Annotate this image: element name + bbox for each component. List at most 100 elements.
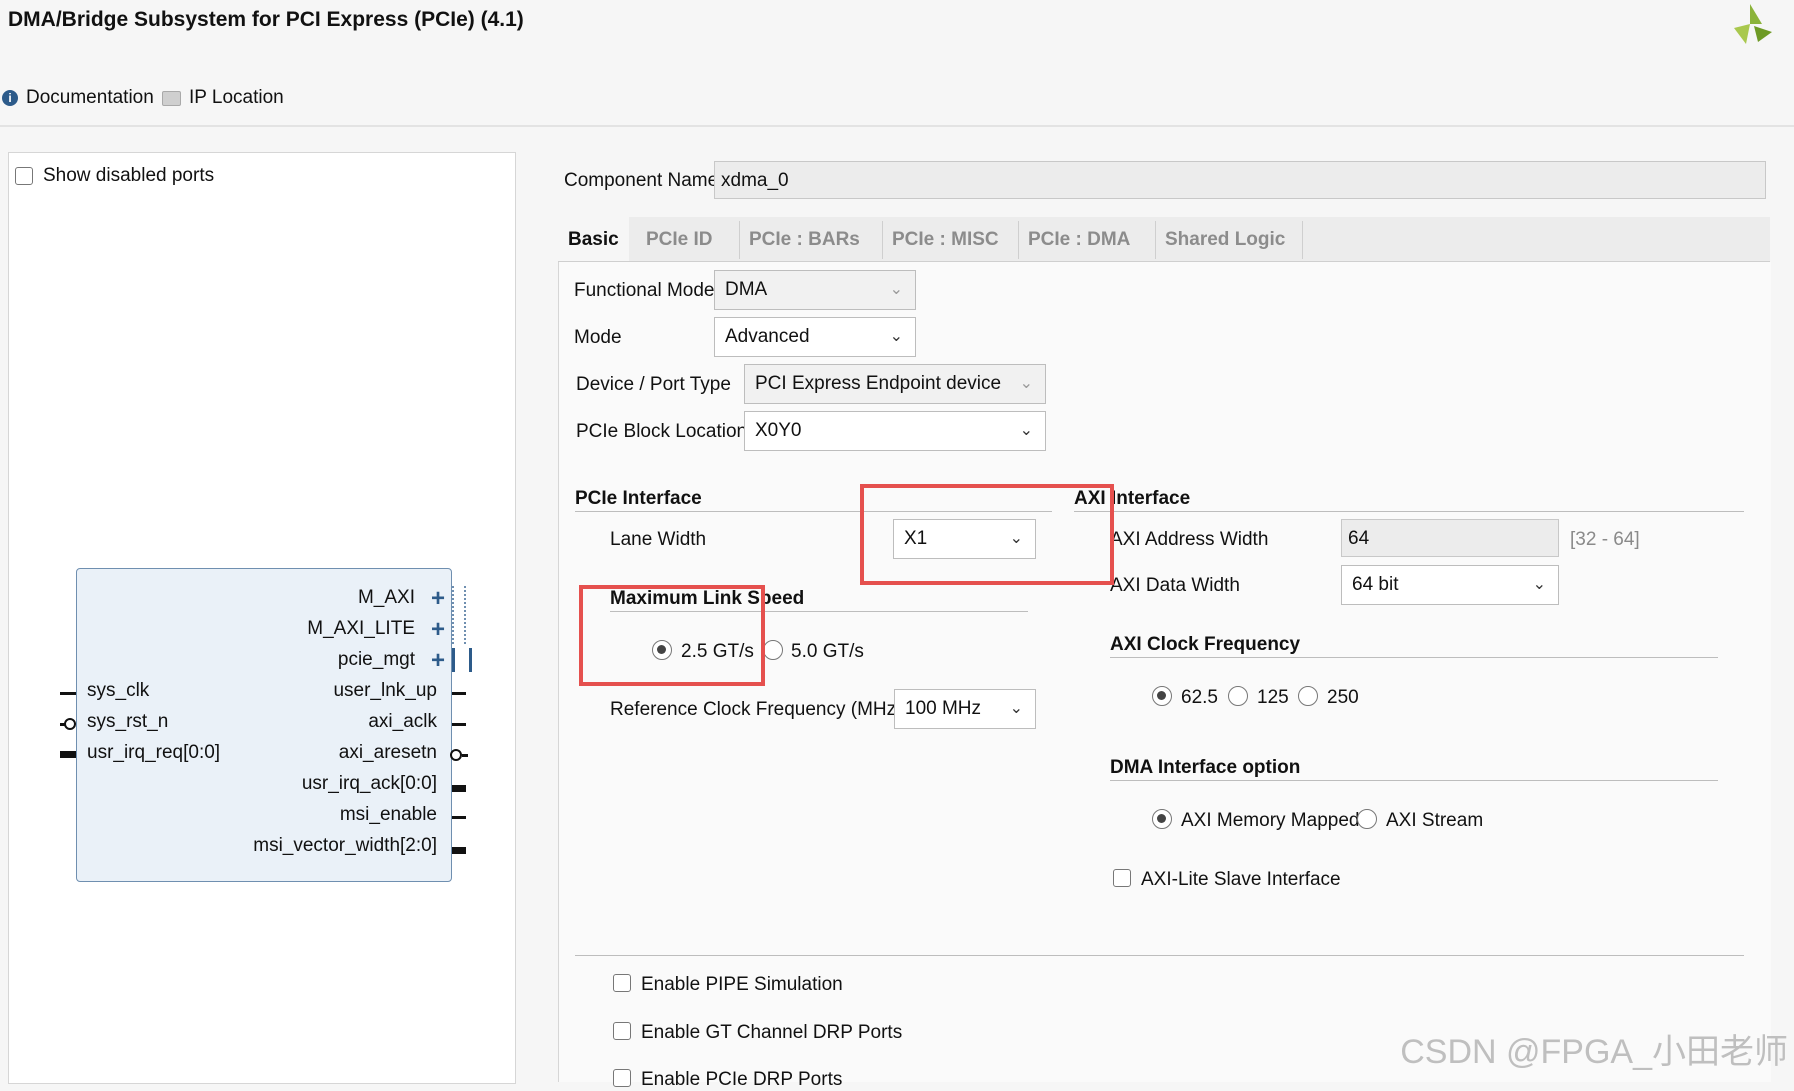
clock-250-radio[interactable] <box>1298 686 1318 706</box>
tab-shared-logic[interactable]: Shared Logic <box>1155 217 1295 261</box>
ref-clk-label: Reference Clock Frequency (MHz) <box>610 699 902 721</box>
device-port-type-label: Device / Port Type <box>576 374 731 396</box>
axi-address-width-range: [32 - 64] <box>1570 529 1640 551</box>
axi-memory-mapped-radio[interactable] <box>1152 809 1172 829</box>
ip-location-label: IP Location <box>189 87 284 109</box>
tab-basic[interactable]: Basic <box>558 217 629 261</box>
axi-memory-mapped-label: AXI Memory Mapped <box>1181 810 1359 832</box>
clock-62-5-label: 62.5 <box>1181 687 1218 709</box>
expand-m-axi-icon[interactable]: + <box>431 587 445 611</box>
pin-usr-irq-req <box>60 751 76 758</box>
axi-stream-radio[interactable] <box>1357 809 1377 829</box>
port-axi-aresetn: axi_aresetn <box>339 742 437 764</box>
axi-interface-rule <box>1074 511 1744 512</box>
axi-clock-frequency-title: AXI Clock Frequency <box>1110 634 1300 656</box>
component-name-input[interactable]: xdma_0 <box>714 161 1766 199</box>
show-disabled-ports-checkbox[interactable] <box>15 167 33 185</box>
device-port-type-value: PCI Express Endpoint device <box>755 373 1001 394</box>
enable-pipe-simulation-checkbox[interactable] <box>613 974 631 992</box>
mode-label: Mode <box>574 327 622 349</box>
axi-data-width-value: 64 bit <box>1352 574 1398 595</box>
pcie-block-location-value: X0Y0 <box>755 420 801 441</box>
pin-user-lnk-up <box>452 692 466 695</box>
port-m-axi: M_AXI <box>358 587 415 609</box>
pin-msi-vector-width <box>452 847 466 854</box>
functional-mode-value: DMA <box>725 279 767 300</box>
pin-usr-irq-ack <box>452 785 466 792</box>
chevron-down-icon: ⌄ <box>890 279 903 299</box>
mode-select[interactable]: Advanced ⌄ <box>714 317 916 357</box>
pcie-interface-title: PCIe Interface <box>575 488 702 510</box>
tab-bar: Basic PCIe ID PCIe : BARs PCIe : MISC PC… <box>558 217 1770 262</box>
tab-pcie-misc[interactable]: PCIe : MISC <box>882 217 1009 261</box>
enable-pcie-drp-label: Enable PCIe DRP Ports <box>641 1069 842 1091</box>
show-disabled-ports-label: Show disabled ports <box>43 165 214 187</box>
documentation-link[interactable]: i Documentation <box>2 87 154 109</box>
chevron-down-icon: ⌄ <box>890 326 903 346</box>
tab-pcie-bars[interactable]: PCIe : BARs <box>739 217 870 261</box>
pin-sys-clk <box>60 692 76 695</box>
port-user-lnk-up: user_lnk_up <box>333 680 437 702</box>
component-name-label: Component Name <box>564 170 718 192</box>
axi-lite-slave-checkbox[interactable] <box>1113 869 1131 887</box>
ip-location-link[interactable]: IP Location <box>162 87 284 109</box>
mode-value: Advanced <box>725 326 810 347</box>
clock-125-label: 125 <box>1257 687 1289 709</box>
window-title: DMA/Bridge Subsystem for PCI Express (PC… <box>8 8 524 32</box>
expand-pcie-mgt-icon[interactable]: + <box>431 649 445 673</box>
ref-clk-value: 100 MHz <box>905 698 981 719</box>
axi-stream-label: AXI Stream <box>1386 810 1483 832</box>
speed-5-0-radio[interactable] <box>763 640 783 660</box>
pcie-block-location-label: PCIe Block Location <box>576 421 747 443</box>
axi-clock-frequency-rule <box>1110 657 1718 658</box>
axi-lite-slave-label: AXI-Lite Slave Interface <box>1141 869 1341 891</box>
watermark: CSDN @FPGA_小田老师 <box>1400 1024 1788 1073</box>
clock-62-5-radio[interactable] <box>1152 686 1172 706</box>
annotation-box-lane-width <box>860 484 1114 585</box>
pin-axi-aclk <box>452 723 466 726</box>
expand-m-axi-lite-icon[interactable]: + <box>431 618 445 642</box>
tab-pcie-id[interactable]: PCIe ID <box>636 217 723 261</box>
enable-pcie-drp-checkbox[interactable] <box>613 1069 631 1087</box>
port-msi-enable: msi_enable <box>340 804 437 826</box>
ip-symbol-block: M_AXI M_AXI_LITE pcie_mgt user_lnk_up ax… <box>76 568 452 882</box>
device-port-type-select[interactable]: PCI Express Endpoint device ⌄ <box>744 364 1046 404</box>
ref-clk-select[interactable]: 100 MHz ⌄ <box>894 689 1036 729</box>
pin-axi-aresetn <box>462 754 468 757</box>
functional-mode-select[interactable]: DMA ⌄ <box>714 270 916 310</box>
enable-pipe-simulation-label: Enable PIPE Simulation <box>641 974 843 996</box>
port-usr-irq-req: usr_irq_req[0:0] <box>87 742 220 764</box>
axi-address-width-input[interactable]: 64 <box>1341 519 1559 557</box>
folder-icon <box>162 91 181 106</box>
lane-width-label: Lane Width <box>610 529 706 551</box>
bus-pin-pcie-mgt <box>452 648 472 672</box>
pcie-block-location-select[interactable]: X0Y0 ⌄ <box>744 411 1046 451</box>
bottom-divider <box>575 955 1744 956</box>
chevron-down-icon: ⌄ <box>1020 373 1033 393</box>
port-sys-rst-n: sys_rst_n <box>87 711 168 733</box>
show-disabled-ports-option[interactable]: Show disabled ports <box>15 165 214 187</box>
axi-address-width-label: AXI Address Width <box>1110 529 1268 551</box>
port-sys-clk: sys_clk <box>87 680 149 702</box>
axi-data-width-select[interactable]: 64 bit ⌄ <box>1341 565 1559 605</box>
bus-pin-axi <box>452 586 466 644</box>
port-msi-vector-width: msi_vector_width[2:0] <box>253 835 437 857</box>
axi-data-width-label: AXI Data Width <box>1110 575 1240 597</box>
annotation-box-link-speed <box>579 585 765 686</box>
clock-125-radio[interactable] <box>1228 686 1248 706</box>
enable-gt-channel-drp-checkbox[interactable] <box>613 1022 631 1040</box>
tab-pcie-dma[interactable]: PCIe : DMA <box>1018 217 1140 261</box>
port-axi-aclk: axi_aclk <box>368 711 437 733</box>
chevron-down-icon: ⌄ <box>1020 420 1033 440</box>
xilinx-logo-icon <box>1728 2 1774 46</box>
chevron-down-icon: ⌄ <box>1010 698 1023 718</box>
chevron-down-icon: ⌄ <box>1533 574 1546 594</box>
enable-gt-channel-drp-label: Enable GT Channel DRP Ports <box>641 1022 902 1044</box>
pin-sys-rst-n-bubble <box>64 718 76 730</box>
port-pcie-mgt: pcie_mgt <box>338 649 415 671</box>
port-m-axi-lite: M_AXI_LITE <box>307 618 415 640</box>
info-icon: i <box>2 90 18 106</box>
dma-interface-option-title: DMA Interface option <box>1110 757 1300 779</box>
clock-250-label: 250 <box>1327 687 1359 709</box>
functional-mode-label: Functional Mode <box>574 280 714 302</box>
